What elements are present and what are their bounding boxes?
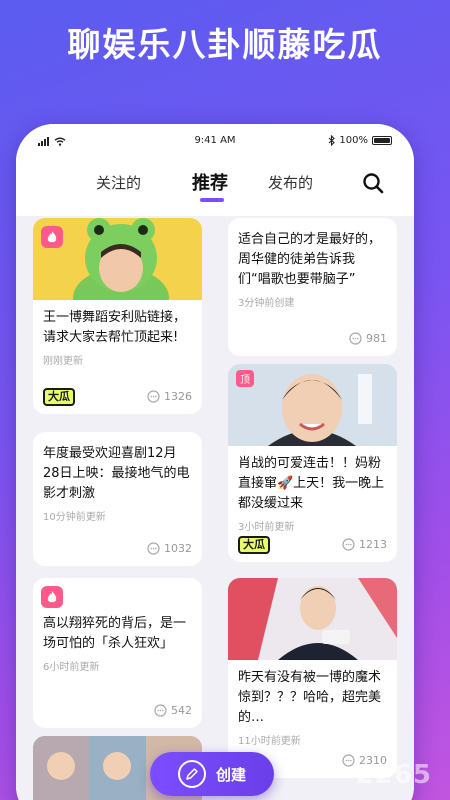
card-footer: 542 (43, 702, 192, 720)
comment-icon (147, 390, 160, 403)
tab-published[interactable]: 发布的 (268, 172, 313, 193)
card-title: 高以翔猝死的背后，是一场可怕的「杀人狂欢」 (43, 616, 187, 651)
hot-badge (41, 226, 63, 248)
feed-card[interactable]: 顶 肖战的可爱连击！！妈粉直接窜🚀上天！我一晚上都没缓过来 3小时前更新 大瓜 … (228, 364, 397, 562)
card-image (33, 218, 202, 328)
feed-card[interactable]: 适合自己的才是最好的，周华健的徒弟告诉我们“唱歌也要带脑子” 3分钟前创建 98… (228, 218, 397, 356)
card-title: 王一博舞蹈安利贴链接，请求大家去帮忙顶起来! (43, 310, 187, 345)
magic-show-image (228, 578, 397, 660)
phone-frame: 9:41 AM 100% 关注的 推荐 发布的 王一博舞蹈安利贴链接，请求大家去… (16, 124, 414, 800)
source-logo: 大瓜 (43, 388, 75, 406)
site-watermark: 2265 (355, 760, 432, 790)
comment-count[interactable]: 542 (154, 704, 192, 717)
card-time: 10分钟前更新 (43, 512, 106, 523)
feed-card[interactable]: 昨天有没有被一博的魔术惊到？？？哈哈，超完美的… 11小时前更新 2310 (228, 578, 397, 778)
card-time: 11小时前更新 (238, 736, 301, 747)
card-time: 刚刚更新 (43, 356, 83, 367)
card-footer: 大瓜 1213 (238, 536, 387, 554)
top-nav: 关注的 推荐 发布的 (16, 158, 414, 216)
card-footer: 大瓜 1326 (43, 388, 192, 406)
card-image: 顶 (228, 364, 397, 446)
tab-recommended[interactable]: 推荐 (192, 169, 228, 195)
fire-icon (47, 591, 57, 603)
card-image (228, 578, 397, 660)
feed: 王一博舞蹈安利贴链接，请求大家去帮忙顶起来! 刚刚更新 大瓜 1326 适合自己… (16, 216, 414, 800)
create-button[interactable]: 创建 (150, 752, 274, 796)
comment-count[interactable]: 981 (349, 332, 387, 345)
battery-percent: 100% (339, 135, 368, 146)
comment-count[interactable]: 1032 (147, 542, 192, 555)
comment-icon (342, 538, 355, 551)
comment-icon (147, 542, 160, 555)
pinned-badge: 顶 (236, 370, 254, 387)
card-title: 肖战的可爱连击！！妈粉直接窜🚀上天！我一晚上都没缓过来 (238, 456, 385, 511)
card-header (33, 578, 202, 614)
card-title: 年度最受欢迎喜剧12月28日上映：最接地气的电影才刺激 (43, 446, 190, 501)
status-right: 100% (328, 135, 392, 146)
search-icon[interactable] (362, 172, 384, 194)
status-bar: 9:41 AM 100% (16, 124, 414, 158)
headline: 聊娱乐八卦顺藤吃瓜 (67, 25, 383, 64)
comment-icon (342, 754, 355, 767)
bluetooth-icon (329, 135, 336, 146)
app-screen: 9:41 AM 100% 关注的 推荐 发布的 王一博舞蹈安利贴链接，请求大家去… (16, 124, 414, 800)
card-footer: 981 (238, 330, 387, 348)
feed-card[interactable]: 王一博舞蹈安利贴链接，请求大家去帮忙顶起来! 刚刚更新 大瓜 1326 (33, 218, 202, 414)
comment-count[interactable]: 1213 (342, 538, 387, 551)
active-tab-indicator (200, 198, 224, 202)
card-title: 昨天有没有被一博的魔术惊到？？？哈哈，超完美的… (238, 670, 382, 725)
feed-card[interactable]: 高以翔猝死的背后，是一场可怕的「杀人狂欢」 6小时前更新 542 (33, 578, 202, 728)
comment-icon (154, 704, 167, 717)
create-button-label: 创建 (215, 765, 246, 784)
battery-icon (372, 136, 392, 145)
card-time: 3小时前更新 (238, 522, 295, 533)
comment-count[interactable]: 1326 (147, 390, 192, 403)
card-time: 3分钟前创建 (238, 298, 295, 309)
card-time: 6小时前更新 (43, 662, 100, 673)
source-logo: 大瓜 (238, 536, 270, 554)
tab-following[interactable]: 关注的 (96, 172, 141, 193)
feed-card[interactable]: 年度最受欢迎喜剧12月28日上映：最接地气的电影才刺激 10分钟前更新 1032 (33, 432, 202, 566)
hot-badge (41, 586, 63, 608)
card-title: 适合自己的才是最好的，周华健的徒弟告诉我们“唱歌也要带脑子” (238, 232, 382, 287)
fire-icon (47, 231, 57, 243)
pen-icon (177, 760, 206, 788)
card-footer: 1032 (43, 540, 192, 558)
comment-icon (349, 332, 362, 345)
